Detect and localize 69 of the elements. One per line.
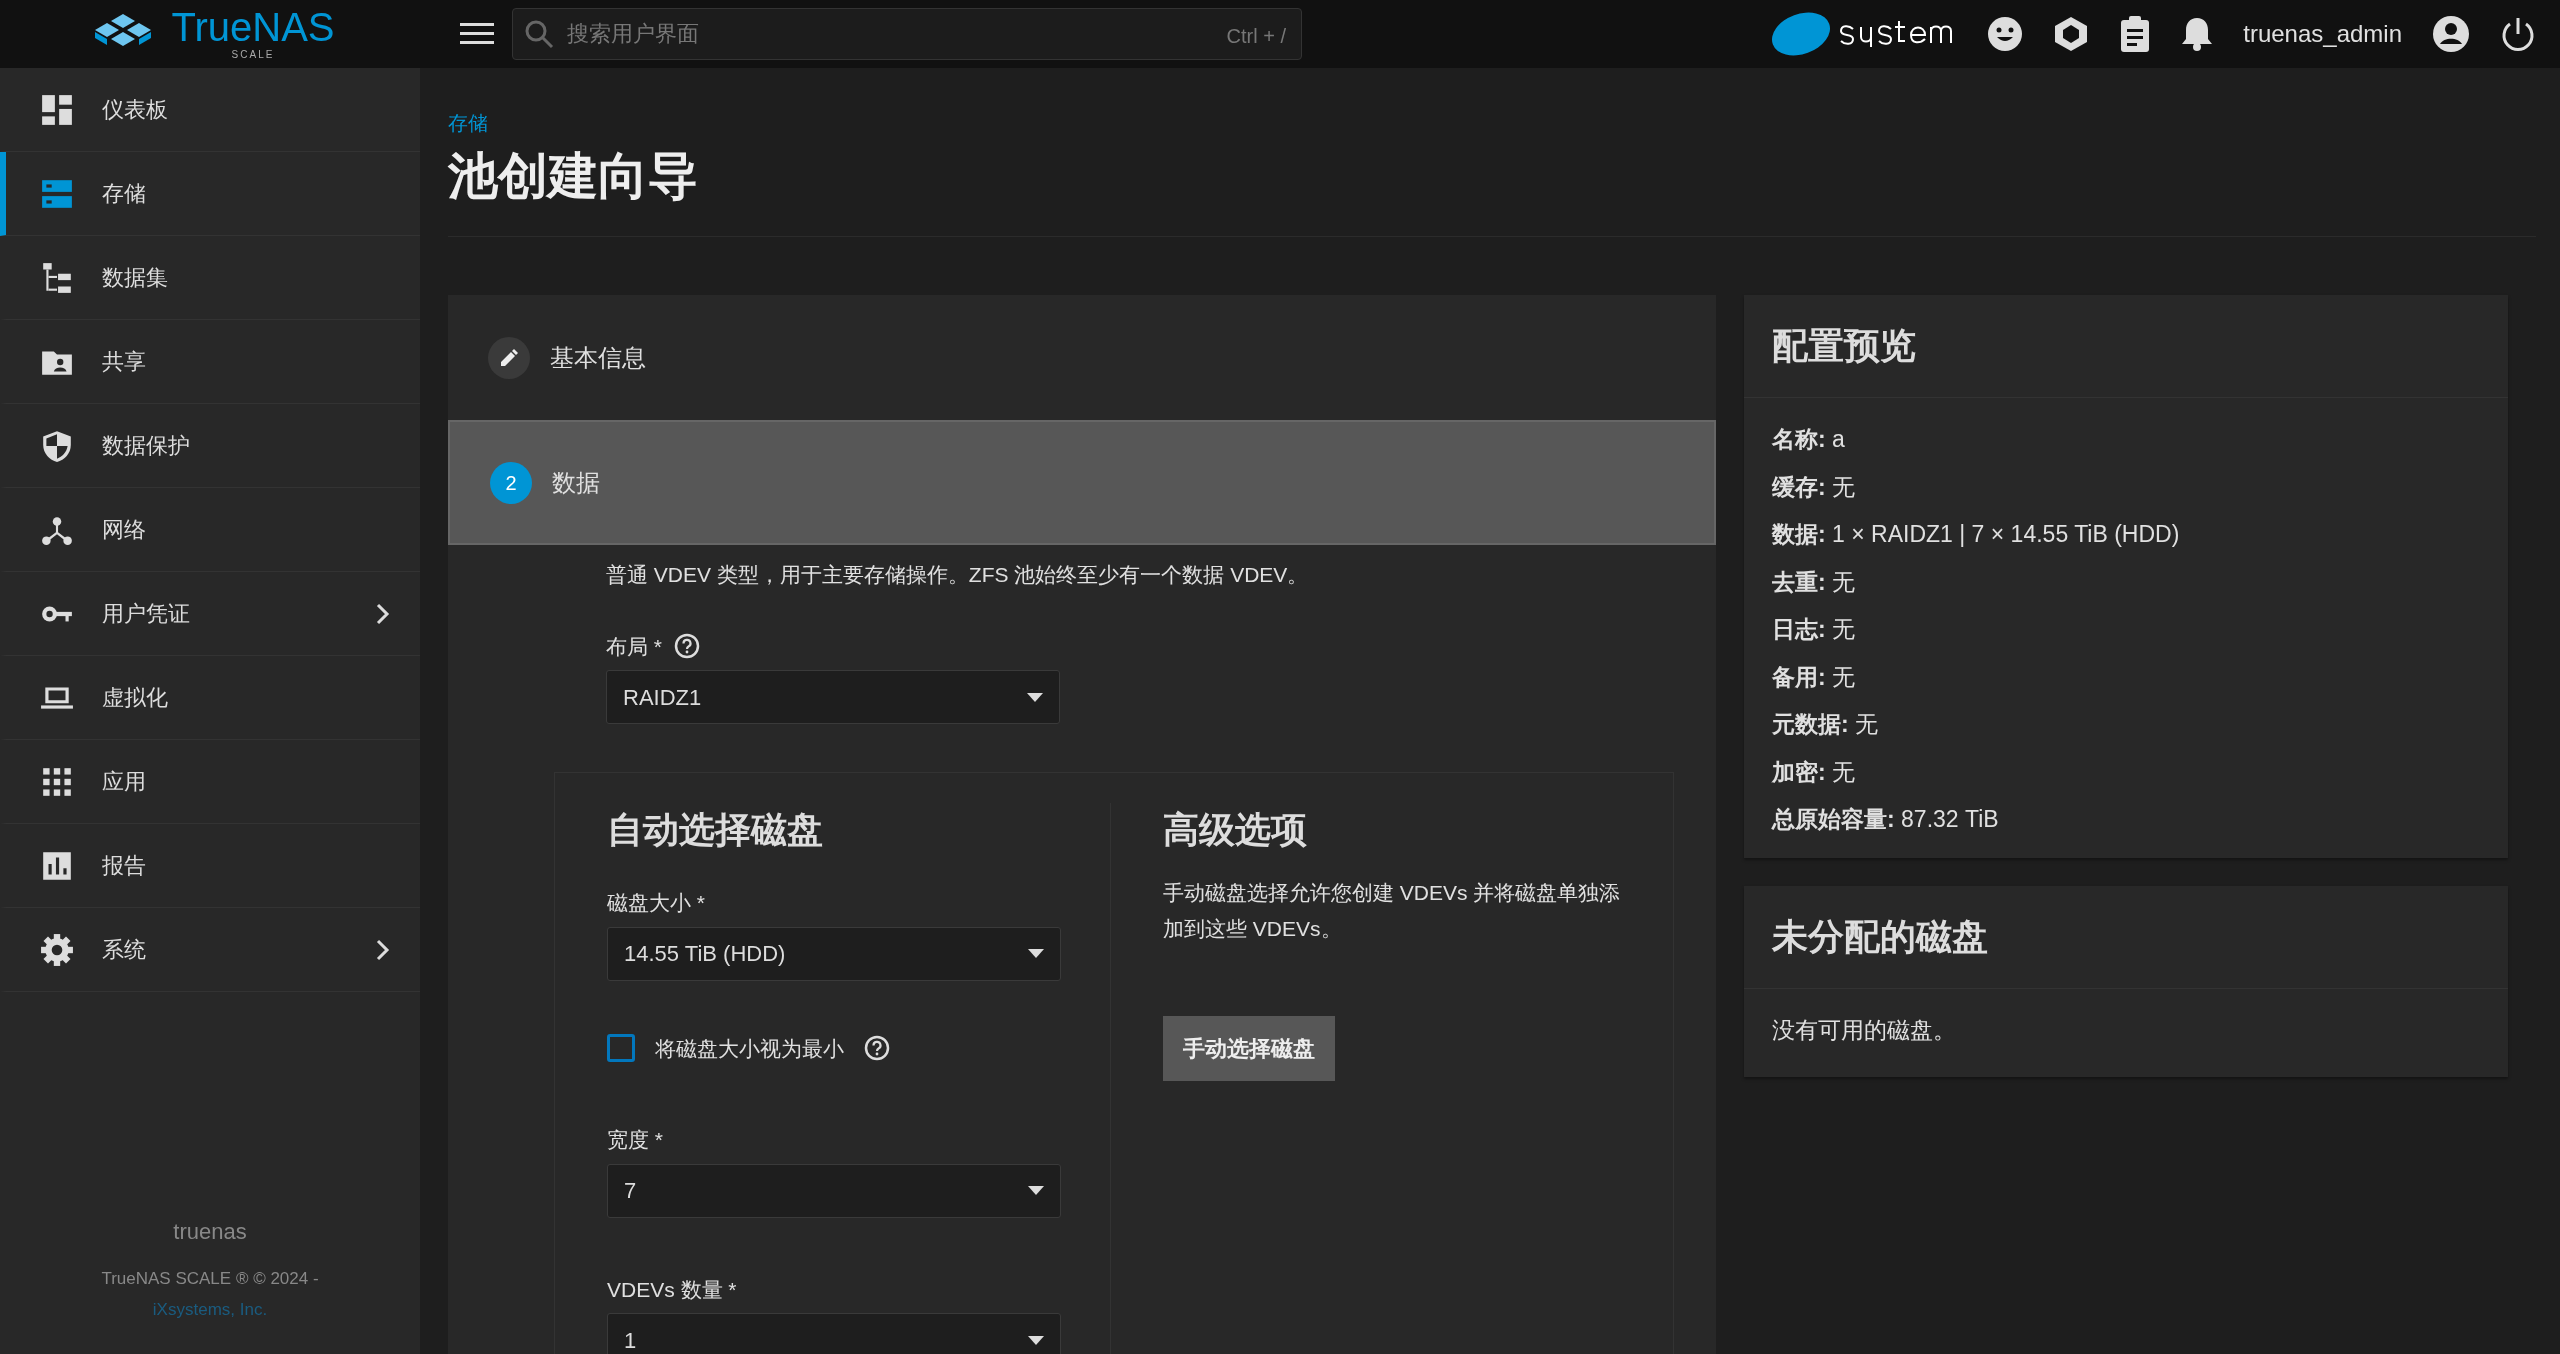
card-title: 配置预览: [1744, 295, 2508, 398]
edition-text: SCALE: [231, 47, 275, 62]
preview-row-text: 总原始容量: 87.32 TiB: [1772, 805, 2000, 834]
select-field[interactable]: 14.55 TiB (HDD): [607, 926, 1061, 981]
sidebar-item[interactable]: 应用: [0, 740, 420, 824]
sidebar-item[interactable]: 共享: [0, 320, 420, 404]
wizard-step[interactable]: 2 数据: [448, 420, 1716, 545]
sidebar-item[interactable]: 存储: [0, 152, 420, 236]
sidebar-item[interactable]: 系统: [0, 908, 420, 992]
dropdown-arrow-icon: [1027, 692, 1043, 702]
field-label: 宽度 *: [607, 1127, 663, 1153]
help-icon[interactable]: [864, 1035, 890, 1062]
dropdown-arrow-icon: [1028, 949, 1044, 958]
chevron-right-icon: [376, 602, 390, 625]
wizard-step[interactable]: 基本信息: [448, 295, 1716, 420]
sidebar-item[interactable]: 仪表板: [0, 68, 420, 152]
preview-row-text: 日志: 无: [1772, 615, 1857, 644]
search-icon: [524, 19, 554, 49]
checkbox-label[interactable]: 将磁盘大小视为最小: [655, 1032, 844, 1064]
select-field[interactable]: RAIDZ1: [606, 670, 1060, 724]
field-label: 布局 *: [606, 633, 662, 660]
username[interactable]: truenas_admin: [2243, 16, 2402, 52]
step-number: 2: [490, 461, 532, 504]
chevron-right-icon: [376, 938, 390, 961]
sidebar-item[interactable]: 网络: [0, 488, 420, 572]
dropdown-arrow-icon: [1028, 1186, 1044, 1195]
field-label: 磁盘大小 *: [607, 890, 705, 916]
preview-row-text: 加密: 无: [1772, 757, 1857, 787]
preview-row-text: 缓存: 无: [1772, 472, 1857, 502]
shortcut-hint: Ctrl + /: [1226, 24, 1286, 49]
sidebar-item[interactable]: 数据保护: [0, 404, 420, 488]
pencil-icon: [488, 336, 530, 379]
sidebar-item[interactable]: 用户凭证: [0, 572, 420, 656]
sidebar-item[interactable]: 报告: [0, 824, 420, 908]
power-icon[interactable]: [2500, 16, 2536, 52]
preview-row-text: 备用: 无: [1772, 662, 1857, 692]
step-description: 普通 VDEV 类型，用于主要存储操作。ZFS 池始终至少有一个数据 VDEV。: [606, 562, 1310, 588]
section-heading: 自动选择磁盘: [607, 808, 824, 852]
menu-icon[interactable]: [460, 21, 494, 47]
logo-text: TrueNAS: [171, 6, 335, 47]
dashboard-icon: [40, 92, 74, 127]
gear-icon: [40, 932, 74, 967]
bell-icon[interactable]: [2181, 16, 2214, 52]
shield-icon: [40, 428, 74, 463]
card-title: 未分配的磁盘: [1744, 885, 2508, 989]
preview-row-text: 去重: 无: [1772, 567, 1857, 597]
select-field[interactable]: 7: [607, 1163, 1061, 1218]
sidebar-item[interactable]: 数据集: [0, 236, 420, 320]
section-description: 手动磁盘选择允许您创建 VDEVs 并将磁盘单独添加到这些 VDEVs。: [1163, 880, 1622, 942]
tree-icon: [40, 260, 74, 295]
field-label: VDEVs 数量 *: [607, 1276, 737, 1303]
preview-row-text: 名称: a: [1772, 425, 1846, 454]
section-heading: 高级选项: [1163, 808, 1308, 852]
preview-row-text: 数据: 1 × RAIDZ1 | 7 × 14.55 TiB (HDD): [1772, 520, 2181, 549]
clipboard-icon[interactable]: [2119, 15, 2152, 53]
select-field[interactable]: 1: [607, 1313, 1061, 1354]
breadcrumb-link[interactable]: 存储: [448, 108, 2536, 138]
manual-select-button[interactable]: 手动选择磁盘: [1163, 1016, 1335, 1082]
dropdown-arrow-icon: [1028, 1335, 1044, 1345]
account-icon[interactable]: [2432, 15, 2470, 53]
copyright-text: TrueNAS SCALE ® © 2024 -: [100, 1267, 320, 1290]
checkbox[interactable]: [607, 1034, 635, 1063]
smiley-icon[interactable]: [1987, 16, 2024, 52]
sidebar-item[interactable]: 虚拟化: [0, 656, 420, 740]
help-icon[interactable]: [674, 633, 700, 660]
hostname: truenas: [172, 1217, 248, 1246]
preview-row-text: 元数据: 无: [1772, 710, 1880, 739]
empty-message: 没有可用的磁盘。: [1771, 1015, 1957, 1045]
page-title: 池创建向导: [448, 147, 699, 206]
